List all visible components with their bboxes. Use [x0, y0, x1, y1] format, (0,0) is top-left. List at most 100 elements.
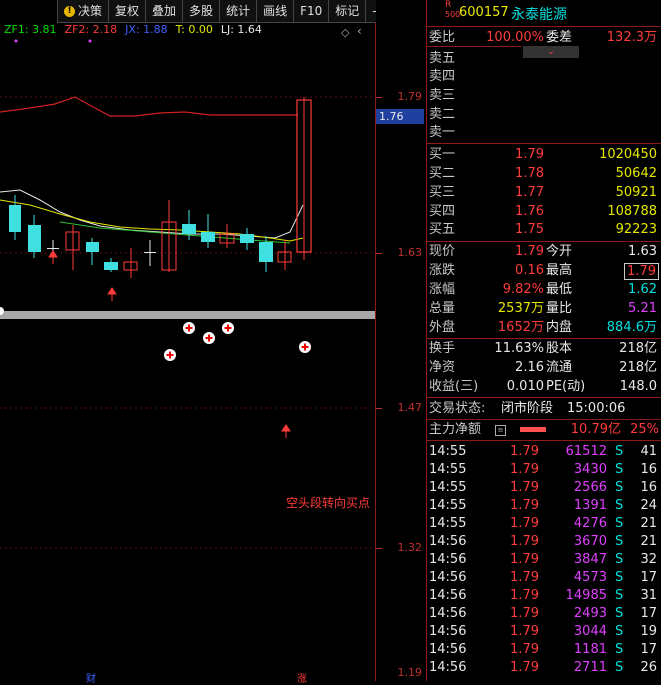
tick-count: 21	[640, 516, 657, 531]
quote-label: 量比	[546, 301, 573, 316]
bid-row: 买四 1.76 108788	[427, 203, 661, 221]
tick-volume: 2566	[573, 480, 607, 495]
tick-row: 14:55 1.79 3430 S 16	[427, 461, 661, 479]
tick-price: 1.79	[510, 444, 539, 459]
trade-status-label: 交易状态:	[429, 401, 486, 416]
fund-value: 11.63%	[494, 341, 544, 356]
tick-count: 17	[640, 606, 657, 621]
tick-count: 26	[640, 660, 657, 675]
axis-label: 1.63	[397, 246, 423, 259]
tick-row: 14:56 1.79 2493 S 17	[427, 605, 661, 623]
tick-row: 14:56 1.79 2711 S 26	[427, 659, 661, 677]
plus-circle-marker	[164, 349, 176, 361]
quote-label: 涨跌	[429, 263, 456, 278]
tick-volume: 4276	[573, 516, 607, 531]
tick-row: 14:55 1.79 4276 S 21	[427, 515, 661, 533]
tick-time: 14:56	[429, 624, 467, 639]
quote-row: 现价 1.79 今开 1.63	[427, 243, 661, 261]
tick-side: S	[615, 588, 624, 603]
quote-label: 涨幅	[429, 282, 456, 297]
tick-side: S	[615, 660, 624, 675]
main-force-row[interactable]: 主力净额 ≡ 10.79亿 25%	[427, 421, 661, 439]
axis-label: 1.32	[397, 541, 423, 554]
tick-volume: 2493	[573, 606, 607, 621]
ask-label: 卖四	[429, 69, 456, 84]
tick-side: S	[615, 534, 624, 549]
candle-down	[182, 224, 196, 234]
tick-volume: 1181	[573, 642, 607, 657]
candle-down	[201, 232, 215, 242]
ask-label: 卖一	[429, 125, 456, 140]
bid-price: 1.76	[515, 204, 544, 219]
tick-price: 1.79	[510, 534, 539, 549]
quote-label: 总量	[429, 301, 456, 316]
tick-price: 1.79	[510, 624, 539, 639]
tick-price: 1.79	[510, 552, 539, 567]
tick-price: 1.79	[510, 498, 539, 513]
tick-price: 1.79	[510, 570, 539, 585]
tick-side: S	[615, 516, 624, 531]
bottom-right-marker: 涨	[297, 674, 307, 685]
ask-row: 卖五	[427, 50, 661, 68]
tick-row: 14:55 1.79 1391 S 24	[427, 497, 661, 515]
bid-volume: 1020450	[599, 147, 657, 162]
tick-time: 14:55	[429, 444, 467, 459]
fund-row: 换手 11.63% 股本 218亿	[427, 340, 661, 358]
tick-time: 14:55	[429, 516, 467, 531]
weibi-value: 100.00%	[486, 30, 544, 45]
quote-value: 0.16	[515, 263, 544, 278]
ask-row: 卖二	[427, 106, 661, 124]
fund-label: 收益(三)	[429, 379, 479, 394]
tick-time: 14:56	[429, 552, 467, 567]
ask-label: 卖五	[429, 51, 456, 66]
pane-separator	[0, 311, 375, 319]
tick-time: 14:56	[429, 606, 467, 621]
fund-row: 净资 2.16 流通 218亿	[427, 359, 661, 377]
main-force-pct: 25%	[630, 422, 659, 437]
fund-label: PE(动)	[546, 379, 586, 394]
quote-value: 5.21	[628, 301, 657, 316]
bid-volume: 92223	[615, 222, 657, 237]
tick-row: 14:55 1.79 61512 S 41	[427, 443, 661, 461]
bid-volume: 108788	[607, 204, 657, 219]
current-price-tag: 1.76	[376, 109, 424, 124]
chart-plot	[0, 39, 375, 549]
buy-arrow	[281, 424, 291, 438]
weicha-value: 132.3万	[606, 30, 657, 45]
weicha-label: 委差	[546, 30, 573, 45]
quote-value: 1652万	[497, 320, 544, 335]
quote-label: 最低	[546, 282, 573, 297]
list-icon[interactable]: ≡	[495, 425, 506, 436]
quote-label: 今开	[546, 244, 573, 259]
bid-row: 买三 1.77 50921	[427, 184, 661, 202]
kline-chart[interactable]: ! 决策 复权 叠加 多股 统计 画线 F10 标记 -自选 返回 ZF1: 3…	[0, 0, 444, 685]
fund-value: 0.010	[506, 379, 544, 394]
bottom-left-marker: 财	[86, 674, 96, 685]
fund-label: 股本	[546, 341, 573, 356]
tick-count: 41	[640, 444, 657, 459]
chart-annotation: 空头段转向买点	[286, 496, 371, 510]
tick-time: 14:56	[429, 570, 467, 585]
high-value-box: 1.79	[624, 263, 659, 280]
quote-label: 外盘	[429, 320, 456, 335]
tick-volume: 3847	[573, 552, 607, 567]
ask-label: 卖二	[429, 107, 456, 122]
ma-line-yellow	[0, 199, 304, 242]
tick-volume: 3044	[573, 624, 607, 639]
tick-side: S	[615, 552, 624, 567]
ma-line-white	[0, 189, 304, 239]
tick-side: S	[615, 570, 624, 585]
tick-time: 14:56	[429, 534, 467, 549]
upper-band-line	[0, 96, 298, 117]
plus-circle-marker	[222, 322, 234, 334]
tick-volume: 1391	[573, 498, 607, 513]
r-badge-label: R	[445, 0, 452, 10]
ask-label: 卖三	[429, 88, 456, 103]
tick-count: 16	[640, 480, 657, 495]
price-axis: 1.79 1.76 1.63 1.47 1.32 1.19	[376, 0, 427, 681]
bid-label: 买二	[429, 166, 456, 181]
tick-price: 1.79	[510, 588, 539, 603]
bid-price: 1.78	[515, 166, 544, 181]
weibi-row: 委比 100.00% 委差 132.3万	[427, 29, 661, 47]
tick-volume: 14985	[565, 588, 607, 603]
